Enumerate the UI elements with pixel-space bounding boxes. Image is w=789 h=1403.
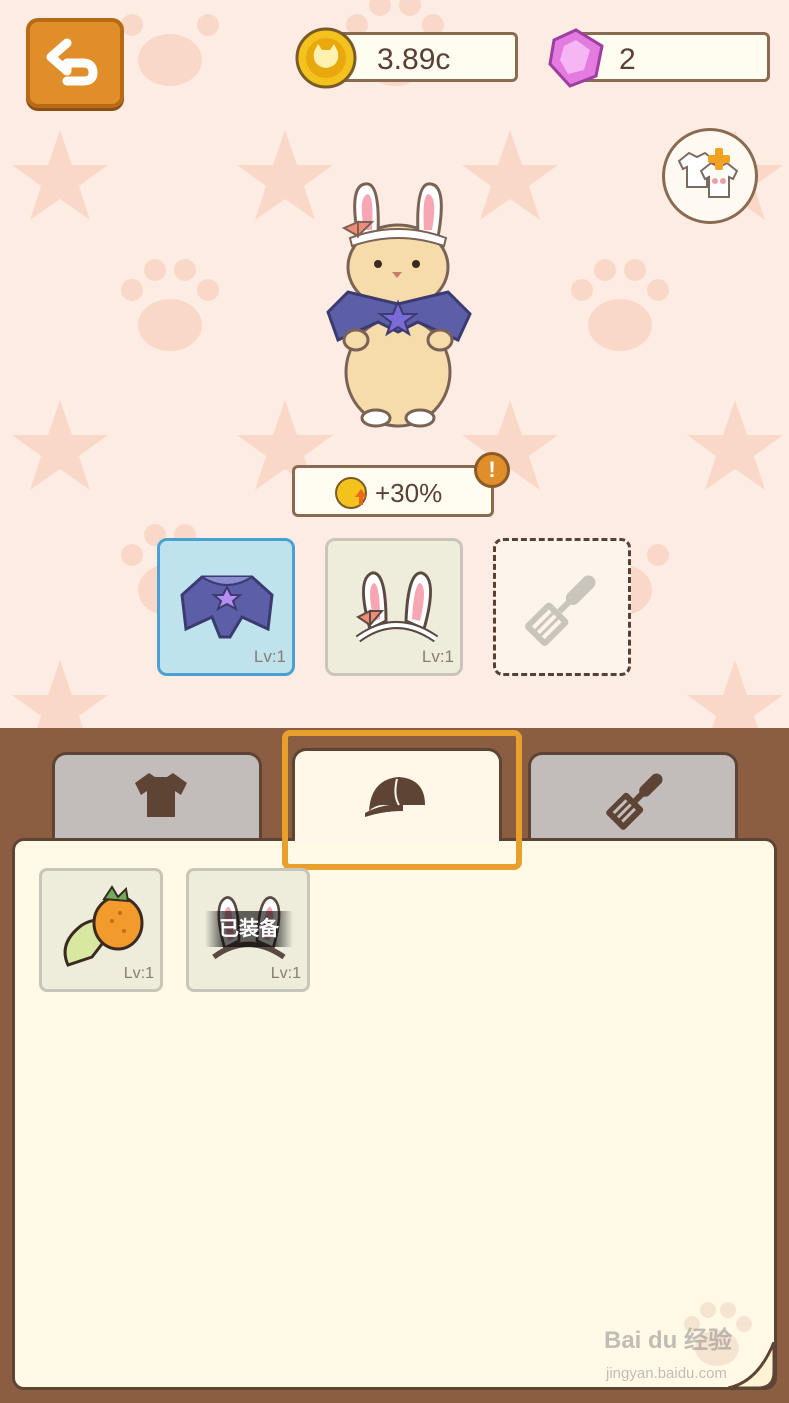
coin-value: 3.89c [377,43,451,76]
character-area: 3.89c 2 +30% ! Lv:1 Lv:1 [0,0,789,728]
equip-slot-cape[interactable]: Lv:1 [157,538,295,676]
alert-icon[interactable]: ! [474,452,510,488]
slot-level: Lv:1 [253,647,286,666]
bunny-ears-icon [355,571,439,643]
coin-boost-icon [335,477,367,509]
equipped-badge: 已装备 [205,911,293,947]
shirt-icon [135,773,187,817]
item-level: Lv:1 [270,965,301,982]
bunny-cat-character [326,182,472,428]
watermark-url: jingyan.baidu.com [606,1365,727,1382]
page-curl-icon [728,1342,776,1390]
equip-slot-tool[interactable] [493,538,631,676]
equip-slot-hat[interactable]: Lv:1 [325,538,463,676]
income-bonus-badge: +30% [292,465,494,517]
slot-level: Lv:1 [421,647,454,666]
spatula-icon [606,773,663,830]
watermark-logo: Bai du 经验 [604,1327,733,1354]
tab-clothes[interactable] [52,752,262,842]
wardrobe-button[interactable] [662,128,758,224]
inventory-item-carrot-hat[interactable]: Lv:1 [39,868,163,992]
coin-icon [295,27,357,89]
active-tab-highlight [282,730,522,870]
item-level: Lv:1 [123,965,154,982]
gem-value: 2 [619,43,636,76]
back-button[interactable] [26,18,124,108]
carrot-hat-icon [63,885,144,967]
tab-tools[interactable] [528,752,738,842]
outfit-add-icon [677,148,739,198]
spatula-icon [525,575,596,646]
back-arrow-icon [46,38,98,86]
income-bonus-value: +30% [375,478,443,508]
inventory-item-bunny-ears[interactable]: 已装备 Lv:1 [186,868,310,992]
cape-icon [180,575,274,639]
gem-icon [548,28,604,88]
